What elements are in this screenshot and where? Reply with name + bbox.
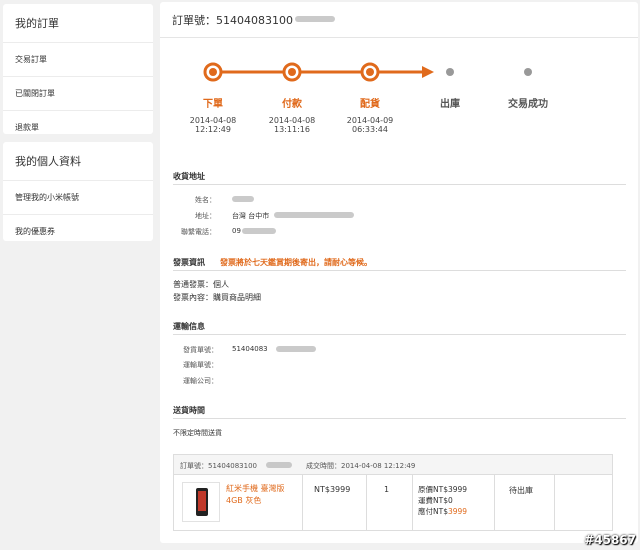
step-name: 下單 [203,99,223,110]
redacted-table-order-suffix [266,462,292,468]
transport-title: 運輸信息 [173,322,205,331]
step-name: 付款 [282,99,302,110]
step-dot-order-core [209,68,217,76]
address-label: 地址： [195,212,216,220]
step-order: 下單 2014-04-08 12:12:49 [183,95,243,134]
step-time: 13:11:16 [274,125,310,134]
phone-screen [198,491,206,511]
step-payment: 付款 2014-04-08 13:11:16 [262,95,322,134]
invoice-divider [173,270,626,271]
phone-value: 09 [232,227,241,235]
shipping-address-title: 收貨地址 [173,172,205,181]
orders-menu: 我的訂單 交易訂單 已關閉訂單 退款單 [3,4,153,134]
progress-arrow-icon [422,66,434,78]
profile-menu: 我的個人資料 管理我的小米帳號 我的優惠券 [3,142,153,241]
profile-heading: 我的個人資料 [15,155,81,168]
progress-track [203,62,532,82]
step-date: 2014-04-08 [189,116,237,125]
shipment-value: 51404083 [232,345,268,353]
column-divider [302,475,303,531]
invoice-type: 普通發票：個人 [173,280,229,289]
redacted-order-suffix [294,16,335,22]
order-item-table: 訂單號：51404083100 成交時間：2014-04-08 12:12:49… [173,454,613,531]
price-breakdown: 原價NT$3999 運費NT$0 應付NT$3999 [418,484,467,517]
payable-label: 應付NT$ [418,507,448,516]
invoice-notice: 發票將於七天鑑賞期後寄出，請耐心等候。 [220,258,372,267]
delivery-divider [173,418,626,419]
invoice-content: 發票內容：購買商品明細 [173,293,261,302]
step-dot-dispatch [446,68,454,76]
table-order-number: 訂單號：51404083100 [180,462,257,470]
step-date: 2014-04-09 [346,116,394,125]
shipping-fee: 運費NT$0 [418,496,453,505]
table-row: 紅米手機 臺灣版 4GB 灰色 NT$3999 1 原價NT$3999 運費NT… [174,475,612,531]
tracking-label: 運輸單號： [183,361,218,369]
sidebar-item-closed-orders[interactable]: 已關閉訂單 [3,76,153,110]
orders-heading: 我的訂單 [15,17,59,30]
order-item-header: 訂單號：51404083100 成交時間：2014-04-08 12:12:49 [174,455,612,475]
quantity: 1 [384,485,390,494]
step-name: 出庫 [440,99,460,110]
step-complete: 交易成功 [493,95,563,110]
redacted-phone [242,228,276,234]
order-number-text: 訂單號：51404083100 [172,14,293,27]
order-progress: 下單 2014-04-08 12:12:49 付款 2014-04-08 13:… [160,57,638,147]
shipment-label: 發貨單號： [183,346,218,354]
step-dot-complete [524,68,532,76]
payable-amount: 應付NT$3999 [418,506,467,517]
transport-divider [173,334,626,335]
column-divider [554,475,555,531]
sidebar-item-mi-account[interactable]: 管理我的小米帳號 [3,180,153,214]
watermark: #45867 [584,533,636,547]
step-dot-payment-core [288,68,296,76]
phone-image [196,488,208,516]
product-name-link[interactable]: 紅米手機 臺灣版 4GB 灰色 [226,483,298,507]
delivery-title: 送貨時間 [173,406,205,415]
sidebar-item-refunds[interactable]: 退款單 [3,110,153,144]
step-name: 配貨 [360,99,380,110]
phone-label: 聯繫電話： [181,228,216,236]
deal-time: 成交時間：2014-04-08 12:12:49 [306,462,416,470]
order-detail-panel: 訂單號：51404083100 下單 2014-04-08 12:12:49 付… [160,2,638,543]
order-number-title: 訂單號：51404083100 [172,12,335,28]
step-time: 12:12:49 [195,125,231,134]
redacted-name [232,196,254,202]
redacted-shipment [276,346,316,352]
step-date: 2014-04-08 [268,116,316,125]
name-label: 姓名： [195,196,216,204]
delivery-value: 不限定時間送貨 [173,429,222,437]
product-thumbnail[interactable] [182,482,220,522]
payable-value: 3999 [447,507,468,516]
step-dispatch: 出庫 [420,95,480,110]
step-packing: 配貨 2014-04-09 06:33:44 [340,95,400,134]
column-divider [366,475,367,531]
sidebar-item-coupons[interactable]: 我的優惠券 [3,214,153,248]
step-name: 交易成功 [508,99,548,110]
column-divider [494,475,495,531]
sidebar-item-trade-orders[interactable]: 交易訂單 [3,42,153,76]
shipping-address-divider [173,184,626,185]
company-label: 運輸公司： [183,377,218,385]
order-status: 待出庫 [509,486,533,495]
unit-price: NT$3999 [314,485,351,494]
redacted-address [274,212,354,218]
step-dot-packing-core [366,68,374,76]
original-price: 原價NT$3999 [418,485,468,494]
address-value: 台灣 台中市 [232,212,270,220]
step-time: 06:33:44 [352,125,388,134]
invoice-title: 發票資訊 [173,258,205,267]
column-divider [412,475,413,531]
title-divider [160,37,638,38]
